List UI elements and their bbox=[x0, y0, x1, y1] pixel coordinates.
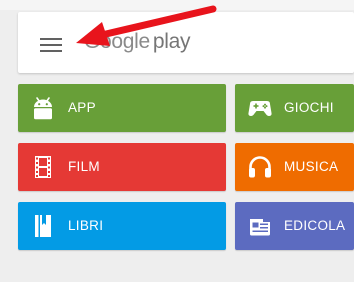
red-arrow-annotation bbox=[76, 5, 217, 46]
